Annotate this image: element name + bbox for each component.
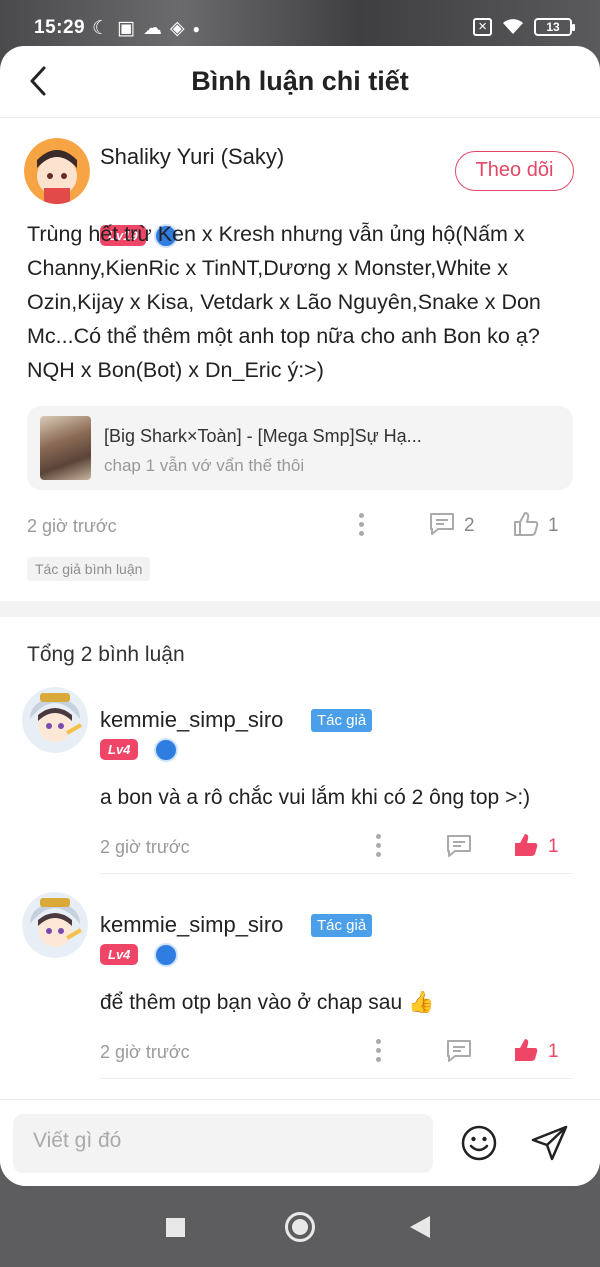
more-options-icon[interactable]	[376, 834, 382, 860]
battery-level: 13	[546, 20, 560, 34]
section-divider	[0, 601, 600, 617]
like-count: 1	[548, 1041, 559, 1062]
avatar[interactable]	[22, 892, 88, 958]
reply-item: kemmie_simp_siro Tác giả Lv4 a bon và a …	[0, 679, 600, 879]
comment-author-tag: Tác giả bình luận	[27, 557, 151, 581]
status-right: × 13	[473, 18, 575, 36]
reply-time: 2 giờ trước	[100, 837, 190, 857]
page-title: Bình luận chi tiết	[191, 66, 409, 96]
story-title: [Big Shark×Toàn] - [Mega Smp]Sự Hạ...	[104, 426, 422, 446]
status-time: 15:29	[34, 17, 86, 38]
header: Bình luận chi tiết	[0, 46, 600, 118]
cloud-icon: ☁	[143, 18, 162, 39]
comment-text: Trùng hết trừ Ken x Kresh nhưng vẫn ủng …	[27, 222, 541, 382]
back-button[interactable]	[410, 1216, 430, 1238]
app-icon: ◈	[170, 18, 185, 39]
total-comments: Tổng 2 bình luận	[27, 643, 185, 666]
send-icon[interactable]	[530, 1124, 570, 1162]
like-icon[interactable]	[512, 511, 540, 537]
reply-count: 2	[464, 515, 475, 536]
liked-icon[interactable]	[512, 832, 540, 858]
comment-input[interactable]: Viết gì đó	[13, 1114, 433, 1173]
reply-divider	[100, 1078, 573, 1079]
system-navigation-bar	[0, 1186, 600, 1267]
author-tag: Tác giả	[311, 709, 373, 732]
reply-time: 2 giờ trước	[100, 1042, 190, 1062]
battery-icon: 13	[534, 18, 575, 36]
story-subtitle: chap 1 vẫn vớ vẩn thế thôi	[104, 456, 305, 475]
comment-composer: Viết gì đó	[0, 1099, 600, 1186]
reply-text: để thêm otp bạn vào ở chap sau 👍	[100, 991, 435, 1014]
user-name[interactable]: kemmie_simp_siro	[100, 912, 283, 938]
reply-divider	[100, 873, 573, 874]
avatar[interactable]	[22, 687, 88, 753]
like-count: 1	[548, 836, 559, 857]
more-options-icon[interactable]	[376, 1039, 382, 1065]
story-card[interactable]: [Big Shark×Toàn] - [Mega Smp]Sự Hạ... ch…	[27, 406, 573, 490]
home-button[interactable]	[285, 1212, 315, 1242]
status-icons: ☾ ▣ ☁ ◈ ●	[92, 17, 200, 40]
level-badge: Lv4	[100, 944, 139, 965]
like-count: 1	[548, 515, 559, 536]
avatar[interactable]	[24, 138, 90, 204]
wifi-icon	[503, 19, 523, 34]
user-name[interactable]: Shaliky Yuri (Saky)	[100, 144, 284, 170]
comment-detail-sheet: Bình luận chi tiết Shaliky Yuri (Saky) L…	[0, 46, 600, 1186]
reply-icon[interactable]	[445, 833, 473, 859]
more-options-icon[interactable]	[359, 513, 365, 539]
dot-icon: ●	[192, 21, 200, 36]
user-name[interactable]: kemmie_simp_siro	[100, 707, 283, 733]
reply-item: kemmie_simp_siro Tác giả Lv4 để thêm otp…	[0, 884, 600, 1084]
verified-shield-icon	[154, 943, 178, 967]
follow-button[interactable]: Theo dõi	[455, 151, 574, 191]
liked-icon[interactable]	[512, 1037, 540, 1063]
verified-shield-icon	[154, 738, 178, 762]
story-thumbnail	[40, 416, 91, 480]
emoji-icon[interactable]	[460, 1124, 498, 1162]
reply-icon[interactable]	[428, 511, 456, 537]
reply-text: a bon và a rô chắc vui lắm khi có 2 ông …	[100, 786, 531, 809]
comment-time: 2 giờ trước	[27, 516, 117, 536]
moon-icon: ☾	[92, 18, 110, 39]
recent-apps-button[interactable]	[166, 1218, 185, 1237]
sim-icon: ×	[473, 18, 492, 36]
author-tag: Tác giả	[311, 914, 373, 937]
reply-icon[interactable]	[445, 1038, 473, 1064]
gamepad-icon: ▣	[117, 18, 135, 39]
level-badge: Lv4	[100, 739, 139, 760]
